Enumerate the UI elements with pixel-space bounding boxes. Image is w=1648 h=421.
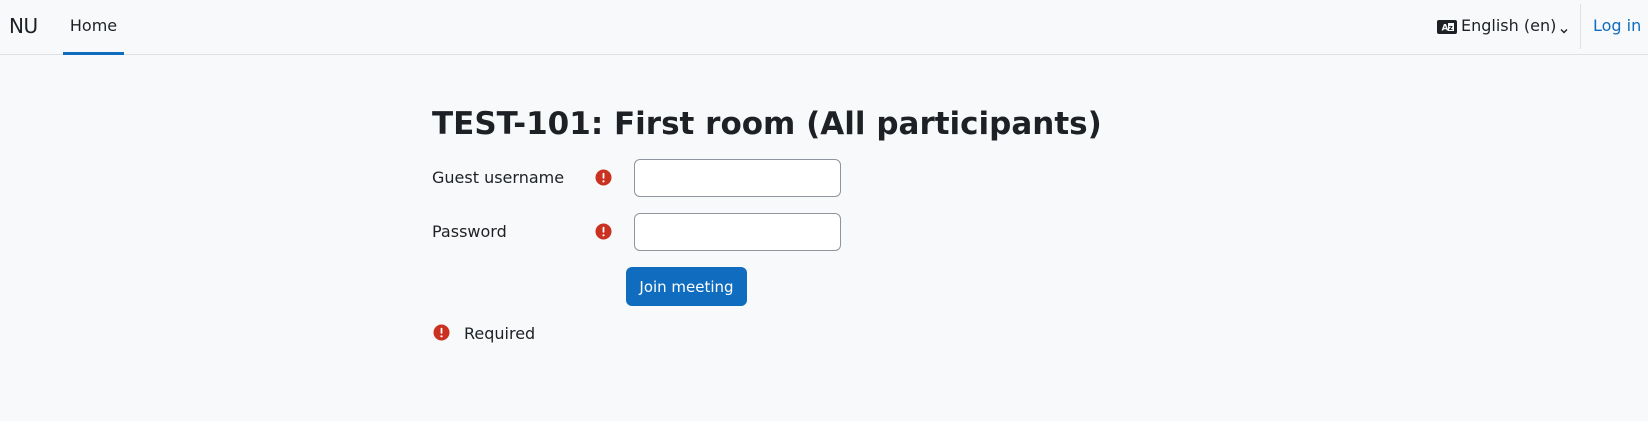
language-icon: A z <box>1437 19 1457 34</box>
nav-divider <box>1580 4 1581 49</box>
guest-username-label: Guest username <box>432 168 565 187</box>
required-legend-text: Required <box>464 324 536 343</box>
login-link[interactable]: Log in <box>1593 16 1641 35</box>
required-icon <box>595 169 612 186</box>
svg-text:z: z <box>1449 24 1453 32</box>
chevron-down-icon <box>1559 21 1569 33</box>
svg-text:A: A <box>1442 23 1449 33</box>
password-label: Password <box>432 222 507 241</box>
join-meeting-button[interactable]: Join meeting <box>626 267 747 306</box>
required-legend: Required <box>432 323 632 343</box>
password-input[interactable] <box>634 213 841 251</box>
required-icon <box>595 223 612 240</box>
password-row: Password <box>432 213 852 251</box>
site-brand[interactable]: NU <box>9 14 38 38</box>
required-icon <box>433 324 450 341</box>
guest-username-input[interactable] <box>634 159 841 197</box>
language-menu[interactable]: A z English (en) <box>1437 16 1569 35</box>
navbar: NU Home A z English (en) Log in <box>0 0 1648 55</box>
guest-username-row: Guest username <box>432 159 852 197</box>
nav-home-link[interactable]: Home <box>63 0 124 55</box>
page-title: TEST-101: First room (All participants) <box>432 106 1102 142</box>
language-label: English (en) <box>1461 16 1557 35</box>
